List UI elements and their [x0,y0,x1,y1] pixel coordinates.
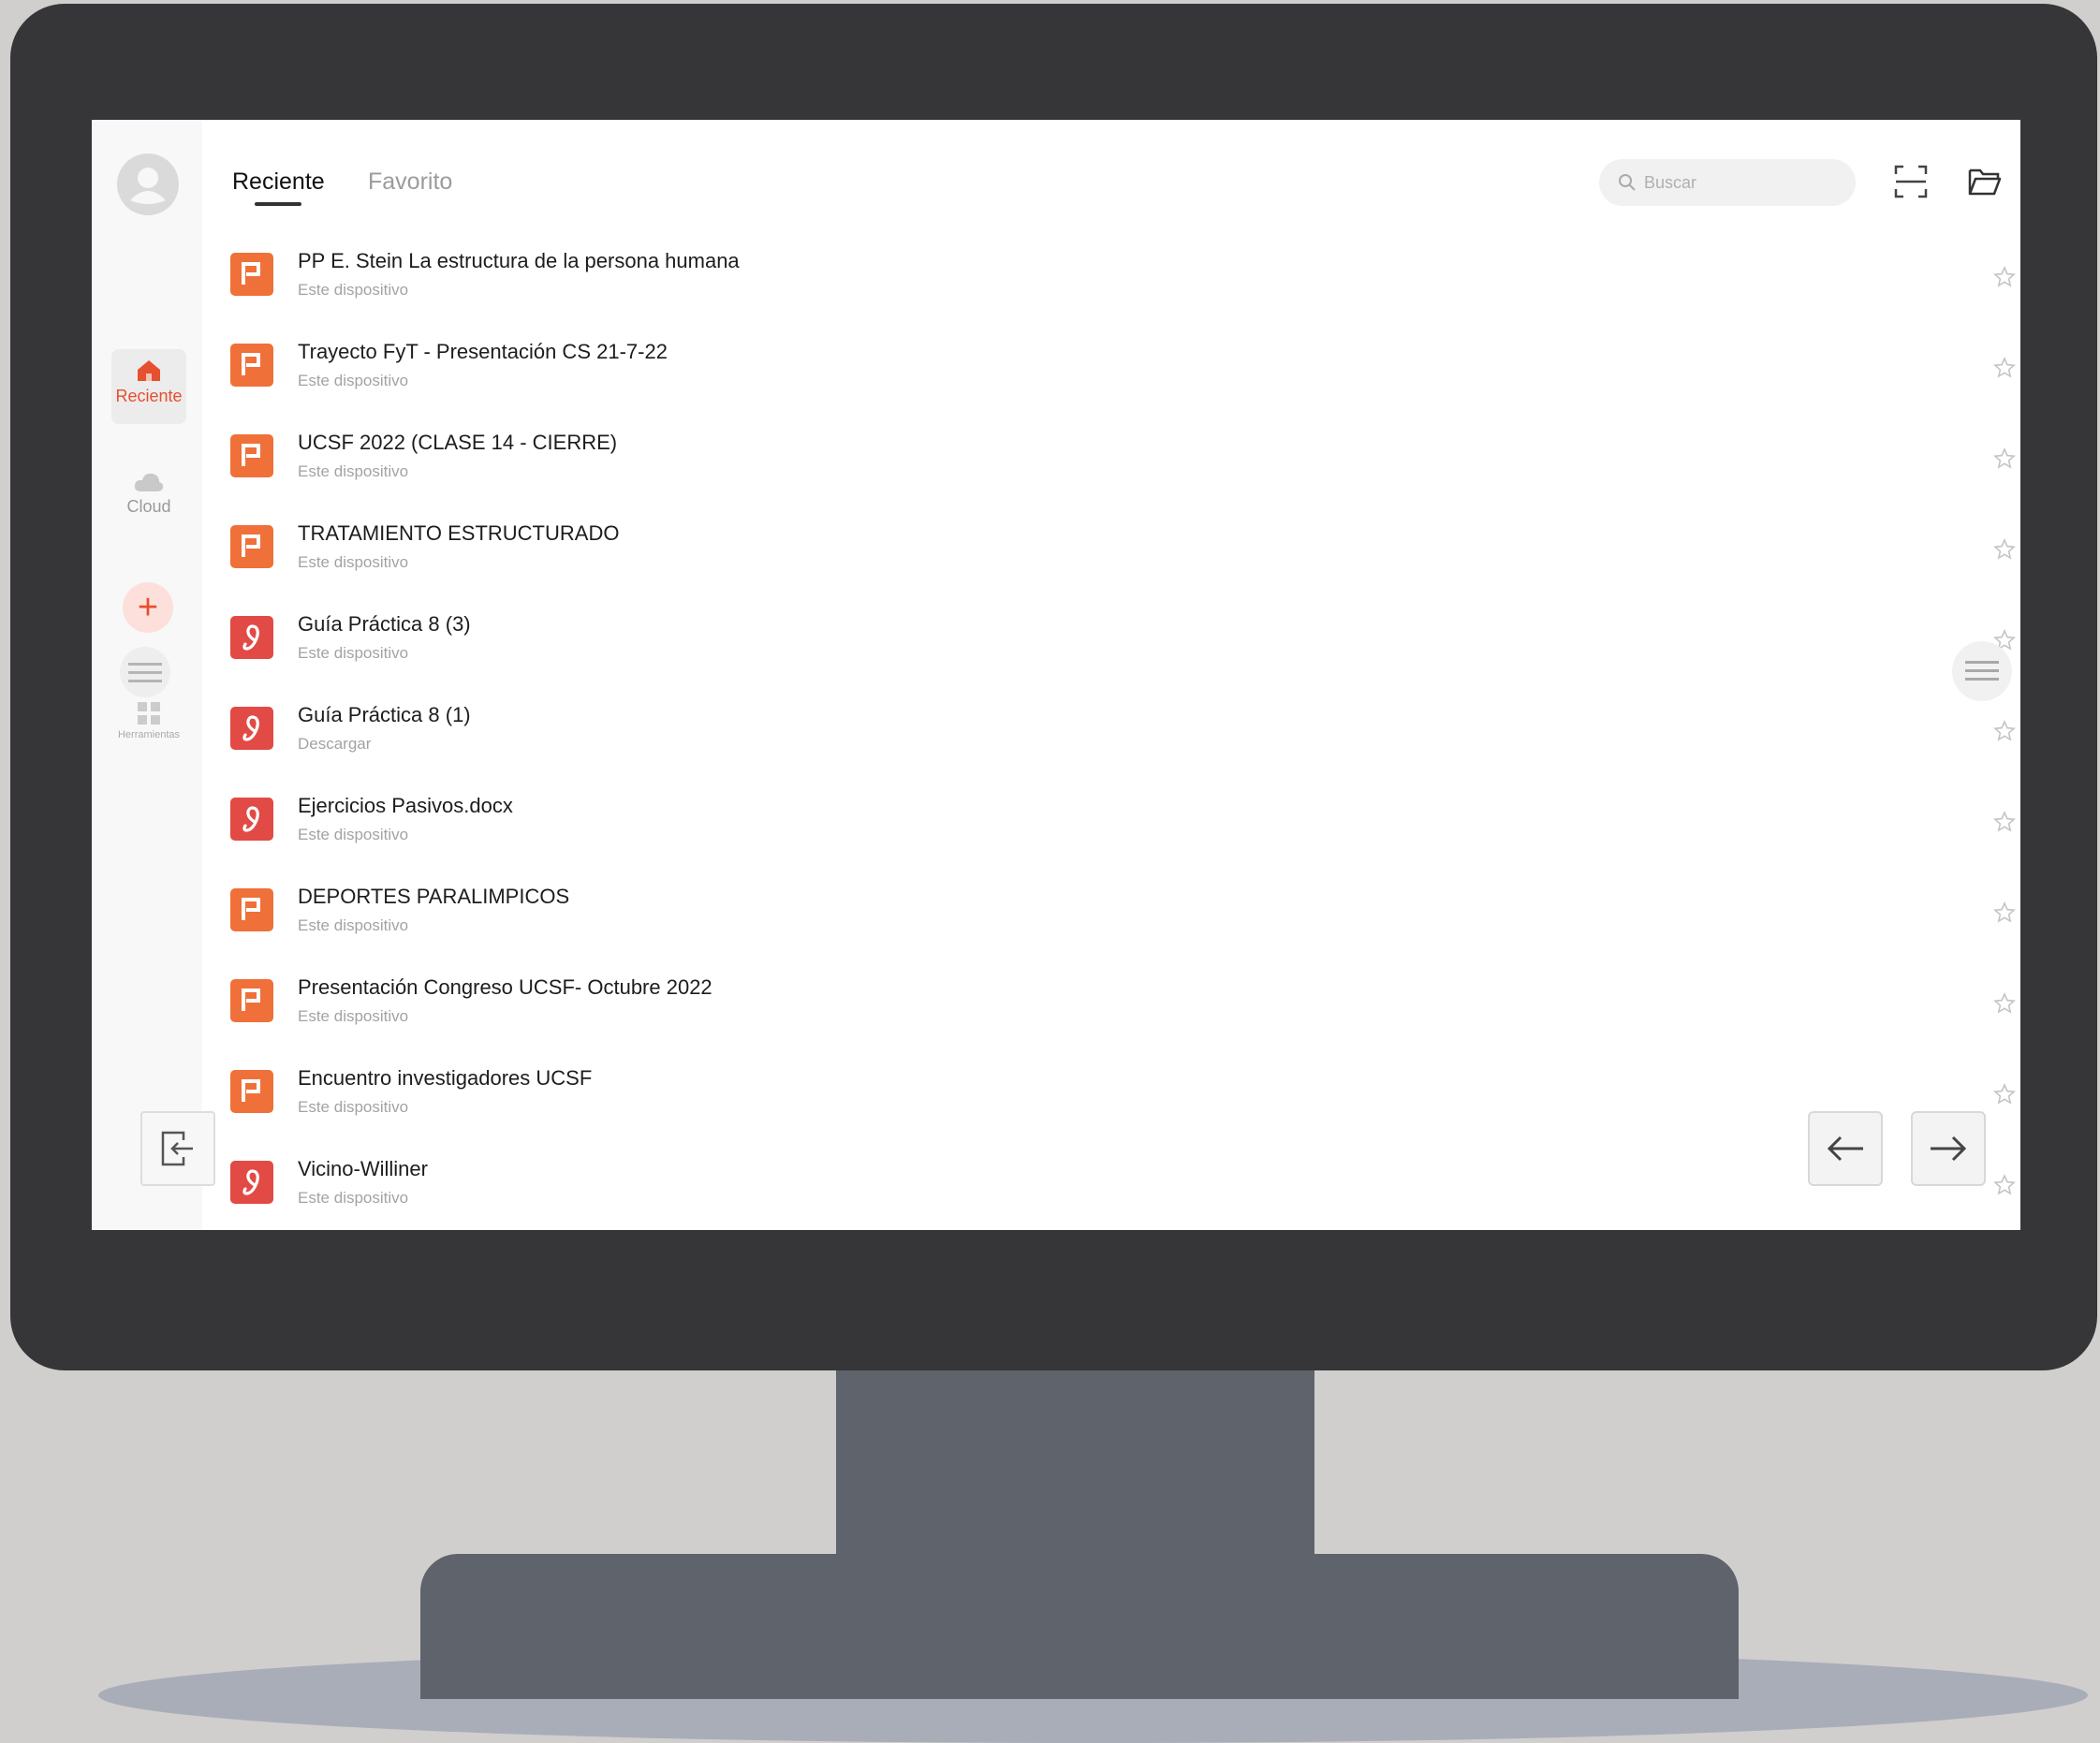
ppt-file-icon [230,979,273,1022]
ppt-file-icon [230,888,273,931]
file-name: Guía Práctica 8 (3) [298,612,471,636]
list-item[interactable]: DEPORTES PARALIMPICOS Este dispositivo [230,877,2016,968]
star-icon[interactable] [1993,1083,2016,1106]
folder-icon[interactable] [1968,165,2002,198]
file-name: Trayecto FyT - Presentación CS 21-7-22 [298,340,668,363]
file-location: Este dispositivo [298,1098,409,1116]
forward-button[interactable] [1911,1111,1986,1186]
file-location: Este dispositivo [298,1189,409,1207]
pdf-file-icon [230,1161,273,1204]
file-list: PP E. Stein La estructura de la persona … [230,242,2016,1230]
file-name: TRATAMIENTO ESTRUCTURADO [298,521,620,545]
sidebar-item-label: Herramientas [117,729,181,740]
list-item[interactable]: Guía Práctica 8 (3) Este dispositivo [230,605,2016,696]
pdf-file-icon [230,798,273,841]
file-location: Este dispositivo [298,553,409,571]
plus-icon: + [137,588,159,627]
list-item[interactable]: Encuentro investigadores UCSF Este dispo… [230,1059,2016,1150]
star-icon[interactable] [1993,901,2016,924]
list-item[interactable]: UCSF 2022 (CLASE 14 - CIERRE) Este dispo… [230,423,2016,514]
file-name: Vicino-Williner [298,1157,428,1180]
sidebar-item-label: Reciente [115,387,183,405]
list-item[interactable]: PP E. Stein La estructura de la persona … [230,242,2016,332]
avatar[interactable] [117,154,179,215]
hamburger-icon [128,663,162,682]
floating-menu-button-left[interactable] [120,647,170,697]
arrow-left-icon [1827,1135,1863,1162]
file-name: UCSF 2022 (CLASE 14 - CIERRE) [298,431,618,454]
tab-reciente[interactable]: Reciente [232,168,325,196]
floating-menu-button-right[interactable] [1952,641,2012,701]
search-box[interactable] [1599,159,1856,206]
star-icon[interactable] [1993,357,2016,379]
sidebar-item-herramientas[interactable]: Herramientas [111,697,186,754]
back-button[interactable] [1808,1111,1883,1186]
exit-icon [161,1131,193,1166]
hamburger-icon [1965,661,1999,681]
list-item[interactable]: TRATAMIENTO ESTRUCTURADO Este dispositiv… [230,514,2016,605]
list-item[interactable]: Ejercicios Pasivos.docx Este dispositivo [230,786,2016,877]
home-icon [138,360,160,381]
ppt-file-icon [230,253,273,296]
ppt-file-icon [230,525,273,568]
file-location: Este dispositivo [298,462,409,480]
list-item[interactable]: Vicino-Williner Este dispositivo [230,1150,2016,1230]
search-icon [1619,174,1636,191]
file-location: Este dispositivo [298,916,409,934]
ppt-file-icon [230,434,273,477]
file-name: Ejercicios Pasivos.docx [298,794,513,817]
star-icon[interactable] [1993,720,2016,742]
file-location: Este dispositivo [298,372,409,389]
exit-button[interactable] [140,1111,215,1186]
file-name: PP E. Stein La estructura de la persona … [298,249,740,272]
monitor-stand-neck [836,1369,1314,1560]
arrow-right-icon [1931,1135,1967,1162]
list-item[interactable]: Presentación Congreso UCSF- Octubre 2022… [230,968,2016,1059]
star-icon[interactable] [1993,538,2016,561]
sidebar-item-label: Cloud [126,497,171,516]
file-name: Guía Práctica 8 (1) [298,703,471,726]
file-location: Este dispositivo [298,644,409,662]
sidebar-item-reciente[interactable]: Reciente [111,349,186,424]
file-location: Este dispositivo [298,281,409,299]
file-location: Este dispositivo [298,826,409,843]
file-name: Presentación Congreso UCSF- Octubre 2022 [298,975,712,999]
user-icon [130,168,166,204]
monitor-stand-base [420,1554,1739,1699]
monitor-frame: Reciente Cloud + Herramientas Reciente F… [10,4,2097,1370]
app-screen: Reciente Cloud + Herramientas Reciente F… [92,120,2020,1230]
file-location: Descargar [298,735,372,753]
sidebar: Reciente Cloud + Herramientas [92,120,202,1230]
file-name: Encuentro investigadores UCSF [298,1066,593,1090]
active-tab-indicator [255,202,301,206]
pdf-file-icon [230,707,273,750]
star-icon[interactable] [1993,1174,2016,1196]
star-icon[interactable] [1993,992,2016,1015]
add-button[interactable]: + [123,582,173,633]
ppt-file-icon [230,344,273,387]
list-item[interactable]: Guía Práctica 8 (1) Descargar [230,696,2016,786]
star-icon[interactable] [1993,811,2016,833]
file-name: DEPORTES PARALIMPICOS [298,885,570,908]
search-input[interactable] [1644,168,1841,197]
pdf-file-icon [230,616,273,659]
star-icon[interactable] [1993,447,2016,470]
tab-favorito[interactable]: Favorito [368,168,452,196]
cloud-icon [134,473,164,491]
file-location: Este dispositivo [298,1007,409,1025]
ppt-file-icon [230,1070,273,1113]
list-item[interactable]: Trayecto FyT - Presentación CS 21-7-22 E… [230,332,2016,423]
star-icon[interactable] [1993,266,2016,288]
scan-icon[interactable] [1894,165,1928,198]
grid-icon [138,702,160,725]
sidebar-item-cloud[interactable]: Cloud [111,461,186,536]
